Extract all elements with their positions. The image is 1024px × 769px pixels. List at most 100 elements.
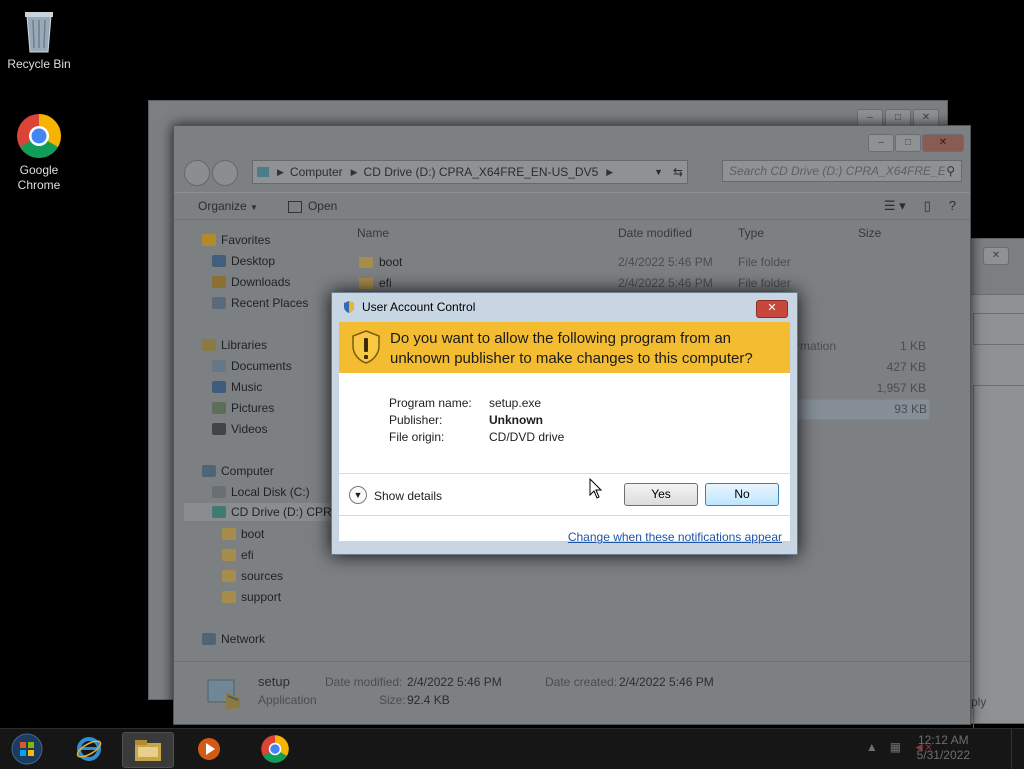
- nav-local-disk[interactable]: Local Disk (C:): [212, 485, 310, 499]
- details-file-kind: Application: [258, 693, 317, 707]
- chevron-down-icon[interactable]: ▼: [349, 486, 367, 504]
- search-icon[interactable]: ⚲: [946, 164, 955, 178]
- internet-explorer-icon: [76, 737, 102, 761]
- breadcrumb-cd-drive[interactable]: CD Drive (D:) CPRA_X64FRE_EN-US_DV5: [364, 165, 599, 179]
- uac-titlebar: User Account Control ✕: [332, 293, 797, 321]
- taskbar-internet-explorer[interactable]: [64, 732, 114, 766]
- taskbar-file-explorer[interactable]: [122, 732, 174, 768]
- taskbar-media-player[interactable]: [184, 732, 234, 766]
- folder-icon: [222, 528, 236, 540]
- column-header-date[interactable]: Date modified: [618, 226, 692, 240]
- refresh-icon[interactable]: ⇆: [673, 165, 683, 179]
- nav-videos[interactable]: Videos: [212, 422, 267, 436]
- close-icon[interactable]: ✕: [983, 247, 1009, 265]
- back-button[interactable]: [184, 160, 210, 186]
- yes-button[interactable]: Yes: [624, 483, 698, 506]
- organize-label: Organize: [198, 199, 247, 213]
- chevron-right-icon[interactable]: ▶: [351, 167, 358, 178]
- nav-desktop[interactable]: Desktop: [212, 254, 275, 268]
- folder-icon: [359, 257, 373, 268]
- minimize-icon[interactable]: –: [868, 134, 894, 152]
- media-player-icon: [198, 738, 220, 760]
- nav-cd-drive[interactable]: CD Drive (D:) CPRA: [184, 503, 344, 521]
- nav-downloads[interactable]: Downloads: [212, 275, 290, 289]
- view-options-icon[interactable]: ☰ ▾: [884, 198, 906, 214]
- nav-label: Pictures: [231, 401, 275, 415]
- no-button[interactable]: No: [705, 483, 779, 506]
- taskbar-clock[interactable]: 12:12 AM 5/31/2022: [917, 733, 970, 763]
- libraries-icon: [202, 339, 216, 351]
- uac-dialog[interactable]: User Account Control ✕ Do you want to al…: [331, 292, 798, 555]
- column-header-type[interactable]: Type: [738, 226, 764, 240]
- nav-label: Computer: [221, 464, 274, 478]
- details-date-modified-label: Date modified:: [325, 675, 403, 689]
- details-date-modified: 2/4/2022 5:46 PM: [407, 675, 502, 689]
- nav-pictures[interactable]: Pictures: [212, 401, 274, 415]
- uac-body: Program name: setup.exe Publisher: Unkno…: [339, 373, 790, 544]
- videos-icon: [212, 423, 226, 435]
- divider: [339, 515, 790, 516]
- setup-application-icon: [207, 679, 240, 710]
- maximize-icon[interactable]: □: [895, 134, 921, 152]
- nav-libraries[interactable]: Libraries: [202, 338, 267, 352]
- start-button[interactable]: [2, 732, 52, 766]
- file-origin-label: File origin:: [389, 430, 445, 444]
- nav-folder-sources[interactable]: sources: [222, 569, 283, 583]
- folder-icon: [222, 570, 236, 582]
- warning-shield-icon: [352, 330, 380, 364]
- chevron-down-icon[interactable]: ▼: [654, 167, 663, 177]
- row-name: efi: [379, 276, 392, 290]
- chevron-right-icon[interactable]: ▶: [277, 167, 284, 178]
- nav-folder-efi[interactable]: efi: [222, 548, 254, 562]
- show-hidden-icons-icon[interactable]: ▲: [866, 740, 878, 754]
- computer-icon: [257, 167, 269, 177]
- show-details-toggle[interactable]: Show details: [374, 489, 442, 503]
- uac-question: Do you want to allow the following progr…: [390, 330, 753, 367]
- file-explorer-icon: [135, 740, 161, 761]
- show-desktop-button[interactable]: [1011, 729, 1024, 769]
- program-name-label: Program name:: [389, 396, 472, 410]
- column-header-name[interactable]: Name: [357, 226, 389, 240]
- window-caption-buttons: – □ ✕: [868, 134, 964, 152]
- help-icon[interactable]: ?: [949, 198, 956, 214]
- forward-button[interactable]: [212, 160, 238, 186]
- change-notifications-link[interactable]: Change when these notifications appear: [568, 530, 782, 544]
- close-icon[interactable]: ✕: [756, 300, 788, 318]
- desktop-icon-label: Google: [19, 163, 59, 177]
- apply-button[interactable]: ply: [971, 695, 986, 709]
- table-row[interactable]: boot 2/4/2022 5:46 PM File folder: [357, 255, 927, 273]
- nav-favorites[interactable]: Favorites: [202, 233, 270, 247]
- divider: [339, 473, 790, 474]
- nav-folder-boot[interactable]: boot: [222, 527, 264, 541]
- row-type: File folder: [738, 255, 791, 269]
- breadcrumb-computer[interactable]: Computer: [290, 165, 343, 179]
- details-size: 92.4 KB: [407, 693, 450, 707]
- row-size: 93 KB: [894, 402, 927, 416]
- nav-computer[interactable]: Computer: [202, 464, 274, 478]
- chevron-right-icon[interactable]: ▶: [606, 167, 613, 178]
- nav-folder-support[interactable]: support: [222, 590, 281, 604]
- nav-music[interactable]: Music: [212, 380, 262, 394]
- nav-network[interactable]: Network: [202, 632, 265, 646]
- open-button[interactable]: Open: [287, 199, 337, 213]
- folder-icon: [222, 591, 236, 603]
- background-dialog-window[interactable]: ✕ ply: [970, 238, 1024, 746]
- search-input[interactable]: Search CD Drive (D:) CPRA_X64FRE_E... ⚲: [722, 160, 962, 182]
- folder-icon: [222, 549, 236, 561]
- network-status-icon[interactable]: ▦: [890, 740, 901, 754]
- preview-pane-icon[interactable]: ▯: [924, 198, 931, 214]
- clock-time: 12:12 AM: [917, 733, 969, 747]
- selected-row[interactable]: 93 KB: [796, 399, 930, 420]
- desktop-icon-recycle-bin[interactable]: Recycle Bin: [4, 8, 74, 72]
- address-bar[interactable]: ▶ Computer ▶ CD Drive (D:) CPRA_X64FRE_E…: [252, 160, 688, 184]
- column-header-size[interactable]: Size: [858, 226, 881, 240]
- close-icon[interactable]: ✕: [922, 134, 964, 152]
- row-size: 427 KB: [886, 360, 926, 374]
- desktop-icon-google-chrome[interactable]: Google Chrome: [4, 112, 74, 193]
- file-origin-row: File origin: CD/DVD drive: [389, 430, 564, 444]
- nav-documents[interactable]: Documents: [212, 359, 292, 373]
- taskbar-chrome[interactable]: [250, 732, 300, 766]
- desktop-icon-label: Recycle Bin: [7, 57, 71, 71]
- nav-recent-places[interactable]: Recent Places: [212, 296, 308, 310]
- organize-button[interactable]: Organize ▼: [198, 199, 258, 213]
